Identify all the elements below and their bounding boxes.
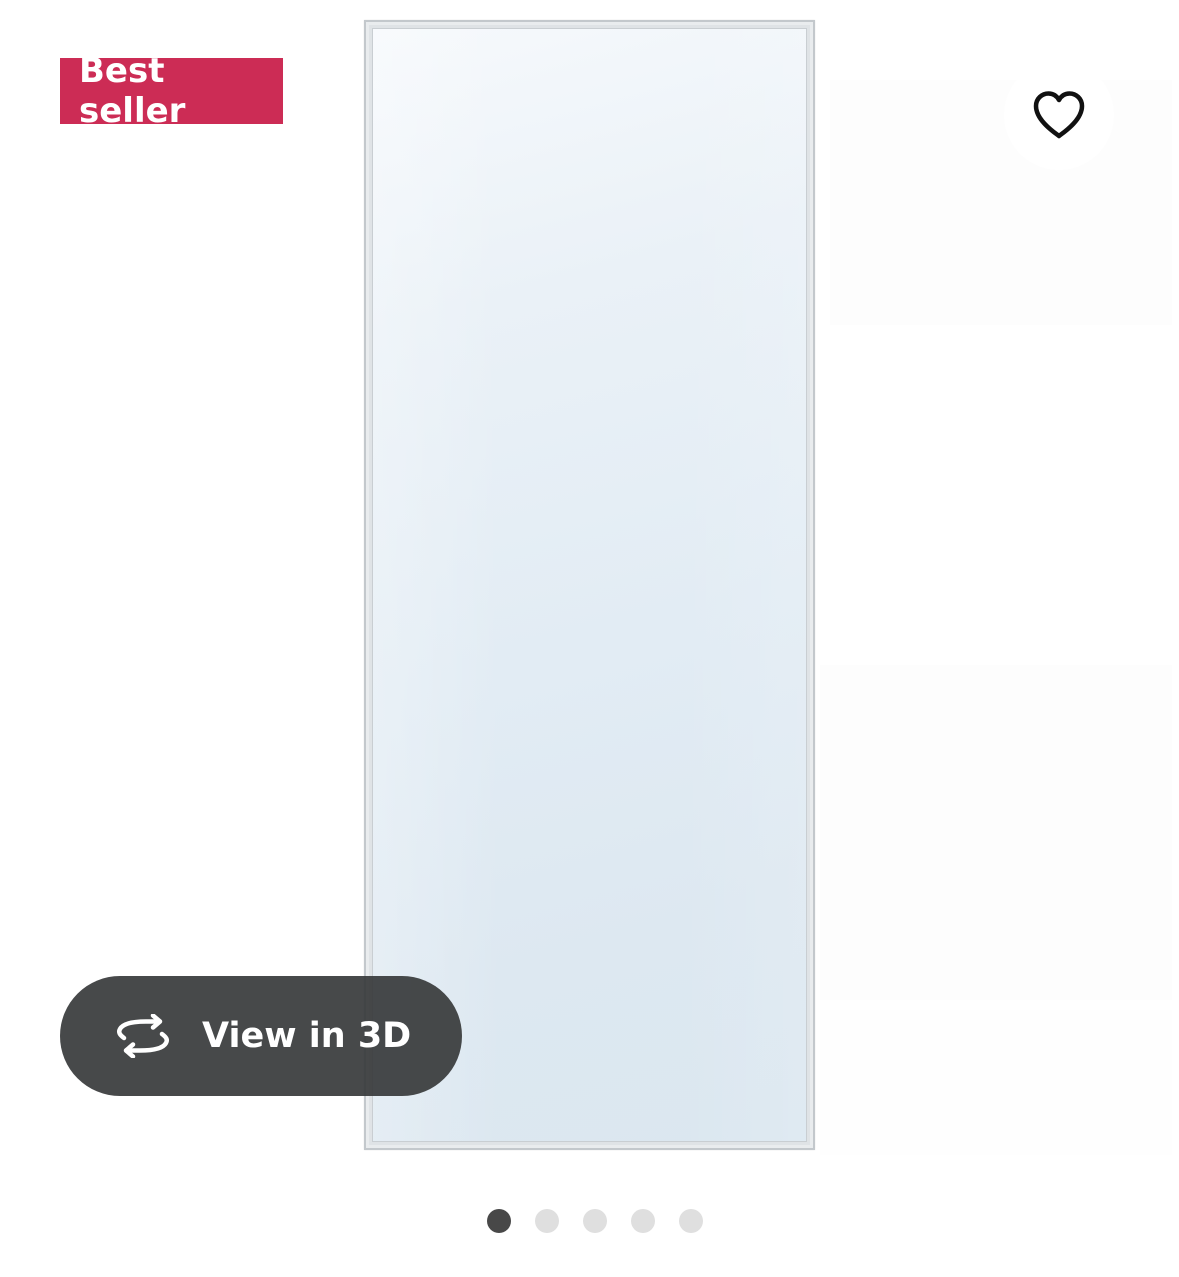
carousel-dot-1[interactable] [486,1209,511,1233]
heart-icon [1032,90,1086,140]
carousel-dot-5[interactable] [678,1209,703,1233]
view-in-3d-label: View in 3D [202,1016,412,1056]
background-panel [830,80,1172,325]
mirror-glass [372,28,807,1142]
carousel-dot-2[interactable] [534,1209,559,1233]
rotate-arrows-icon [112,1014,202,1058]
best-seller-label: Best seller [79,51,186,131]
carousel-dot-3[interactable] [582,1209,607,1233]
background-panel [820,1010,1172,1155]
product-gallery: Best seller View in 3D [0,0,1179,1277]
carousel-dot-4[interactable] [630,1209,655,1233]
carousel-dots [0,1209,1179,1235]
view-in-3d-button[interactable]: View in 3D [60,976,462,1096]
best-seller-badge: Best seller [60,51,283,131]
background-panel [820,665,1172,1000]
product-image-mirror[interactable] [364,20,815,1150]
favorite-button[interactable] [1004,60,1114,170]
